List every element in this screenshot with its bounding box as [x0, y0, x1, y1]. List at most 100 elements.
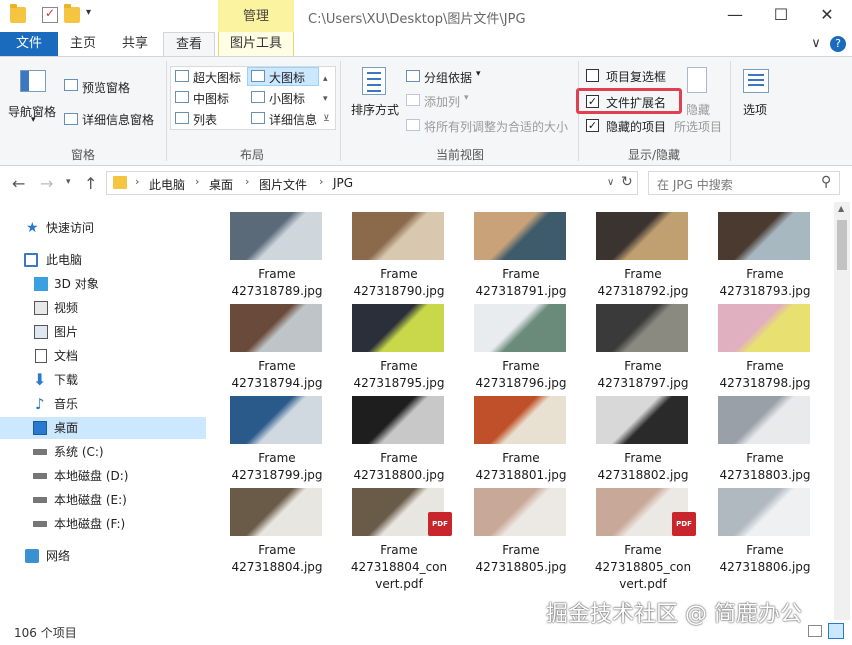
layout-details[interactable]: 详细信息 — [269, 111, 317, 128]
nav-network[interactable]: 网络 — [0, 545, 206, 567]
hidden-items-checkbox[interactable]: ✓ — [586, 119, 599, 132]
file-tile[interactable]: Frame 427318806.jpg — [704, 482, 826, 574]
file-extensions-label[interactable]: 文件扩展名 — [606, 94, 666, 111]
hide-selected-button[interactable]: 隐藏 — [686, 101, 710, 118]
file-tile[interactable]: Frame 427318801.jpg — [460, 390, 582, 482]
search-icon[interactable]: ⚲ — [821, 174, 831, 190]
sort-by-button[interactable]: 排序方式 — [351, 101, 399, 118]
tab-home[interactable]: 主页 — [60, 32, 106, 56]
breadcrumb-separator-icon[interactable]: › — [245, 175, 249, 188]
scroll-up-icon[interactable]: ▲ — [838, 204, 844, 213]
close-button[interactable]: ✕ — [804, 0, 850, 30]
options-button[interactable]: 选项 — [743, 101, 767, 118]
breadcrumb-this-pc[interactable]: 此电脑 — [149, 176, 185, 193]
file-tile[interactable]: Frame 427318793.jpg — [704, 206, 826, 298]
file-tile[interactable]: Frame 427318794.jpg — [216, 298, 338, 390]
file-tile[interactable]: Frame 427318800.jpg — [338, 390, 460, 482]
group-by-dropdown-icon[interactable]: ▾ — [476, 69, 481, 79]
nav-documents[interactable]: 文档 — [0, 345, 206, 367]
folder-icon[interactable] — [10, 4, 26, 23]
file-tile[interactable]: Frame 427318795.jpg — [338, 298, 460, 390]
fit-columns-button[interactable]: 将所有列调整为合适的大小 — [424, 118, 568, 135]
file-tile[interactable]: Frame 427318791.jpg — [460, 206, 582, 298]
layout-large-icons[interactable]: 大图标 — [269, 69, 305, 86]
layout-list[interactable]: 列表 — [193, 111, 217, 128]
large-icons-view-icon[interactable] — [828, 623, 844, 639]
forward-arrow-icon[interactable]: → — [40, 174, 53, 193]
breadcrumb-separator-icon[interactable]: › — [195, 175, 199, 188]
hide-selected-sub[interactable]: 所选项目 — [674, 118, 722, 135]
search-input[interactable]: 在 JPG 中搜索 — [657, 176, 733, 193]
new-folder-icon[interactable] — [64, 4, 80, 23]
item-checkboxes-checkbox[interactable] — [586, 69, 599, 82]
nav-drive-c[interactable]: 系统 (C:) — [0, 441, 206, 463]
up-arrow-icon[interactable]: ↑ — [84, 174, 97, 193]
breadcrumb-separator-icon[interactable]: › — [135, 175, 139, 188]
nav-drive-d[interactable]: 本地磁盘 (D:) — [0, 465, 206, 487]
file-tile[interactable]: Frame 427318798.jpg — [704, 298, 826, 390]
file-extensions-checkbox[interactable]: ✓ — [586, 95, 599, 108]
back-arrow-icon[interactable]: ← — [12, 174, 25, 193]
tab-file[interactable]: 文件 — [0, 32, 58, 56]
file-tile[interactable]: Frame 427318790.jpg — [338, 206, 460, 298]
breadcrumb-pictures-folder[interactable]: 图片文件 — [259, 176, 307, 193]
preview-pane-button[interactable]: 预览窗格 — [82, 79, 130, 96]
minimize-button[interactable]: — — [712, 0, 758, 30]
file-tile[interactable]: PDF Frame 427318804_con vert.pdf — [338, 482, 460, 591]
hidden-items-label[interactable]: 隐藏的项目 — [606, 118, 666, 135]
search-box[interactable]: 在 JPG 中搜索 ⚲ — [648, 171, 840, 195]
breadcrumb-jpg[interactable]: JPG — [333, 176, 353, 190]
nav-drive-e[interactable]: 本地磁盘 (E:) — [0, 489, 206, 511]
file-tile[interactable]: Frame 427318796.jpg — [460, 298, 582, 390]
hide-selected-icon[interactable] — [687, 67, 707, 93]
qat-dropdown-icon[interactable]: ▾ — [86, 7, 91, 18]
file-tile[interactable]: Frame 427318799.jpg — [216, 390, 338, 482]
nav-desktop[interactable]: 桌面 — [0, 417, 206, 439]
vertical-scrollbar[interactable]: ▲ — [834, 202, 850, 620]
layout-extra-large-icons[interactable]: 超大图标 — [193, 69, 241, 86]
nav-drive-f[interactable]: 本地磁盘 (F:) — [0, 513, 206, 535]
layout-scroll-icon[interactable]: ▴ ▾ ⊻ — [323, 69, 330, 129]
details-pane-button[interactable]: 详细信息窗格 — [82, 111, 154, 128]
file-tile[interactable]: Frame 427318797.jpg — [582, 298, 704, 390]
recent-locations-icon[interactable]: ▾ — [66, 177, 71, 187]
group-by-button[interactable]: 分组依据 — [424, 69, 472, 86]
tab-picture-tools[interactable]: 图片工具 — [218, 32, 294, 56]
file-tile[interactable]: Frame 427318802.jpg — [582, 390, 704, 482]
address-dropdown-icon[interactable]: ∨ — [607, 177, 614, 188]
tab-share[interactable]: 共享 — [112, 32, 158, 56]
file-tile[interactable]: Frame 427318792.jpg — [582, 206, 704, 298]
add-column-button[interactable]: 添加列 — [424, 93, 460, 110]
file-tile[interactable]: Frame 427318805.jpg — [460, 482, 582, 574]
scroll-thumb[interactable] — [837, 220, 847, 270]
maximize-button[interactable]: ☐ — [758, 0, 804, 30]
sort-by-icon[interactable] — [362, 67, 386, 95]
file-tile[interactable]: Frame 427318804.jpg — [216, 482, 338, 574]
file-tile[interactable]: PDF Frame 427318805_con vert.pdf — [582, 482, 704, 591]
details-view-icon[interactable] — [808, 625, 822, 637]
nav-quick-access[interactable]: ★ 快速访问 — [0, 217, 206, 239]
nav-3d-objects[interactable]: 3D 对象 — [0, 273, 206, 295]
layout-medium-icons[interactable]: 中图标 — [193, 90, 229, 107]
item-checkboxes-label[interactable]: 项目复选框 — [606, 68, 666, 85]
breadcrumb-desktop[interactable]: 桌面 — [209, 176, 233, 193]
navigation-pane-icon[interactable] — [20, 70, 46, 92]
nav-videos[interactable]: 视频 — [0, 297, 206, 319]
navigation-pane-dropdown-icon[interactable]: ▾ — [31, 115, 36, 125]
tab-manage-context[interactable]: 管理 — [218, 0, 294, 32]
nav-music[interactable]: ♪ 音乐 — [0, 393, 206, 415]
help-icon[interactable]: ? — [830, 36, 846, 52]
refresh-icon[interactable]: ↻ — [621, 174, 633, 190]
nav-downloads[interactable]: ⬇ 下载 — [0, 369, 206, 391]
tab-view[interactable]: 查看 — [163, 32, 215, 57]
options-icon[interactable] — [743, 69, 769, 93]
file-tile[interactable]: Frame 427318803.jpg — [704, 390, 826, 482]
nav-pictures[interactable]: 图片 — [0, 321, 206, 343]
collapse-ribbon-icon[interactable]: ∨ — [808, 32, 824, 56]
properties-icon[interactable] — [42, 6, 58, 23]
layout-small-icons[interactable]: 小图标 — [269, 90, 305, 107]
nav-this-pc[interactable]: 此电脑 — [0, 249, 206, 271]
address-bar[interactable]: › 此电脑 › 桌面 › 图片文件 › JPG ∨ ↻ — [106, 171, 638, 195]
add-column-dropdown-icon[interactable]: ▾ — [464, 93, 469, 103]
breadcrumb-separator-icon[interactable]: › — [319, 175, 323, 188]
